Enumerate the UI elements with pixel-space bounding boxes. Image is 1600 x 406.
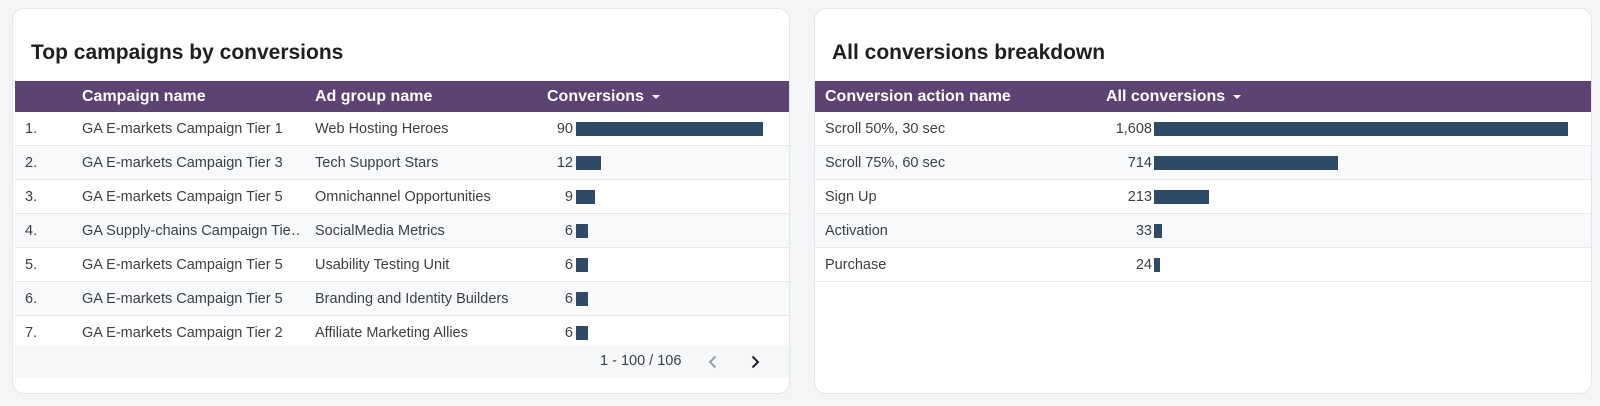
row-index: 5. [25,257,38,273]
conversion-action-cell: Sign Up [825,189,877,205]
conversions-bar [576,122,763,136]
card-title: All conversions breakdown [832,41,1106,64]
pagination-bar: 1 - 100 / 106 [15,345,789,378]
column-header-label: Conversions [547,88,644,105]
campaign-name-cell: GA E-markets Campaign Tier 5 [82,189,283,205]
row-index: 3. [25,189,38,205]
row-index: 4. [25,223,38,239]
campaign-name-cell: GA E-markets Campaign Tier 3 [82,155,283,171]
all-conversions-bar [1154,190,1209,204]
table-row[interactable]: Activation 33 [815,214,1591,248]
all-conversions-value: 33 [1135,223,1152,239]
conversions-breakdown-card: All conversions breakdown Conversion act… [814,8,1592,394]
row-index: 6. [25,291,38,307]
breakdown-table-body: Scroll 50%, 30 sec 1,608 Scroll 75%, 60 se… [815,112,1591,282]
sort-desc-icon[interactable] [1233,94,1242,99]
table-row[interactable]: 1. GA E-markets Campaign Tier 1 Web Hostin… [15,112,789,146]
campaign-name-cell: GA E-markets Campaign Tier 1 [82,121,283,137]
table-row[interactable]: 3. GA E-markets Campaign Tier 5 Omnichanne… [15,180,789,214]
column-header-ad-group[interactable]: Ad group name [315,81,432,112]
conversions-value: 6 [564,257,573,273]
table-row[interactable]: Sign Up 213 [815,180,1591,214]
all-conversions-value: 213 [1127,189,1152,205]
campaign-name-cell: GA E-markets Campaign Tier 5 [82,291,283,307]
ad-group-cell: Usability Testing Unit [315,257,450,273]
table-row[interactable]: 4. GA Supply-chains Campaign Tie… SocialMe… [15,214,789,248]
ad-group-cell: SocialMedia Metrics [315,223,445,239]
conversions-value: 6 [564,223,573,239]
table-row[interactable]: 6. GA E-markets Campaign Tier 5 Branding a… [15,282,789,316]
conversion-action-cell: Scroll 75%, 60 sec [825,155,946,171]
ad-group-cell: Branding and Identity Builders [315,291,509,307]
conversions-bar [576,326,588,340]
column-header-action[interactable]: Conversion action name [825,81,1011,112]
all-conversions-value: 24 [1135,257,1152,273]
table-row[interactable]: Scroll 75%, 60 sec 714 [815,146,1591,180]
table-header: Conversion action name All conversions [815,81,1591,112]
chevron-left-icon[interactable] [704,353,722,371]
campaign-name-cell: GA E-markets Campaign Tier 5 [82,257,283,273]
column-header-label: All conversions [1106,88,1226,105]
conversions-bar [576,292,588,306]
pagination-range: 1 - 100 / 106 [600,353,682,369]
card-title: Top campaigns by conversions [31,41,344,64]
conversions-value: 9 [564,189,573,205]
table-row[interactable]: Purchase 24 [815,248,1591,282]
column-header-campaign[interactable]: Campaign name [82,81,206,112]
table-row[interactable]: 2. GA E-markets Campaign Tier 3 Tech Suppo… [15,146,789,180]
ad-group-cell: Omnichannel Opportunities [315,189,491,205]
sort-desc-icon[interactable] [651,94,660,99]
ad-group-cell: Web Hosting Heroes [315,121,449,137]
all-conversions-bar [1154,122,1568,136]
all-conversions-bar [1154,224,1162,238]
column-header-conversions[interactable]: Conversions [547,81,660,112]
campaign-name-cell: GA Supply-chains Campaign Tie… [82,223,300,239]
table-row[interactable]: 5. GA E-markets Campaign Tier 5 Usability … [15,248,789,282]
conversions-bar [576,258,588,272]
all-conversions-value: 1,608 [1115,121,1152,137]
conversions-value: 90 [556,121,573,137]
conversion-action-cell: Purchase [825,257,887,273]
conversions-bar [576,190,595,204]
conversions-value: 6 [564,291,573,307]
conversions-bar [576,224,588,238]
conversion-action-cell: Activation [825,223,888,239]
column-header-all-conversions[interactable]: All conversions [1106,81,1242,112]
ad-group-cell: Tech Support Stars [315,155,439,171]
campaign-table-body: 1. GA E-markets Campaign Tier 1 Web Hostin… [15,112,789,350]
all-conversions-value: 714 [1127,155,1152,171]
all-conversions-bar [1154,258,1160,272]
row-index: 2. [25,155,38,171]
conversions-bar [576,156,601,170]
all-conversions-bar [1154,156,1338,170]
conversions-value: 12 [556,155,573,171]
table-header: Campaign name Ad group name Conversions [15,81,789,112]
conversion-action-cell: Scroll 50%, 30 sec [825,121,946,137]
top-campaigns-card: Top campaigns by conversions Campaign na… [12,8,790,394]
table-row[interactable]: Scroll 50%, 30 sec 1,608 [815,112,1591,146]
chevron-right-icon[interactable] [746,353,764,371]
row-index: 1. [25,121,38,137]
